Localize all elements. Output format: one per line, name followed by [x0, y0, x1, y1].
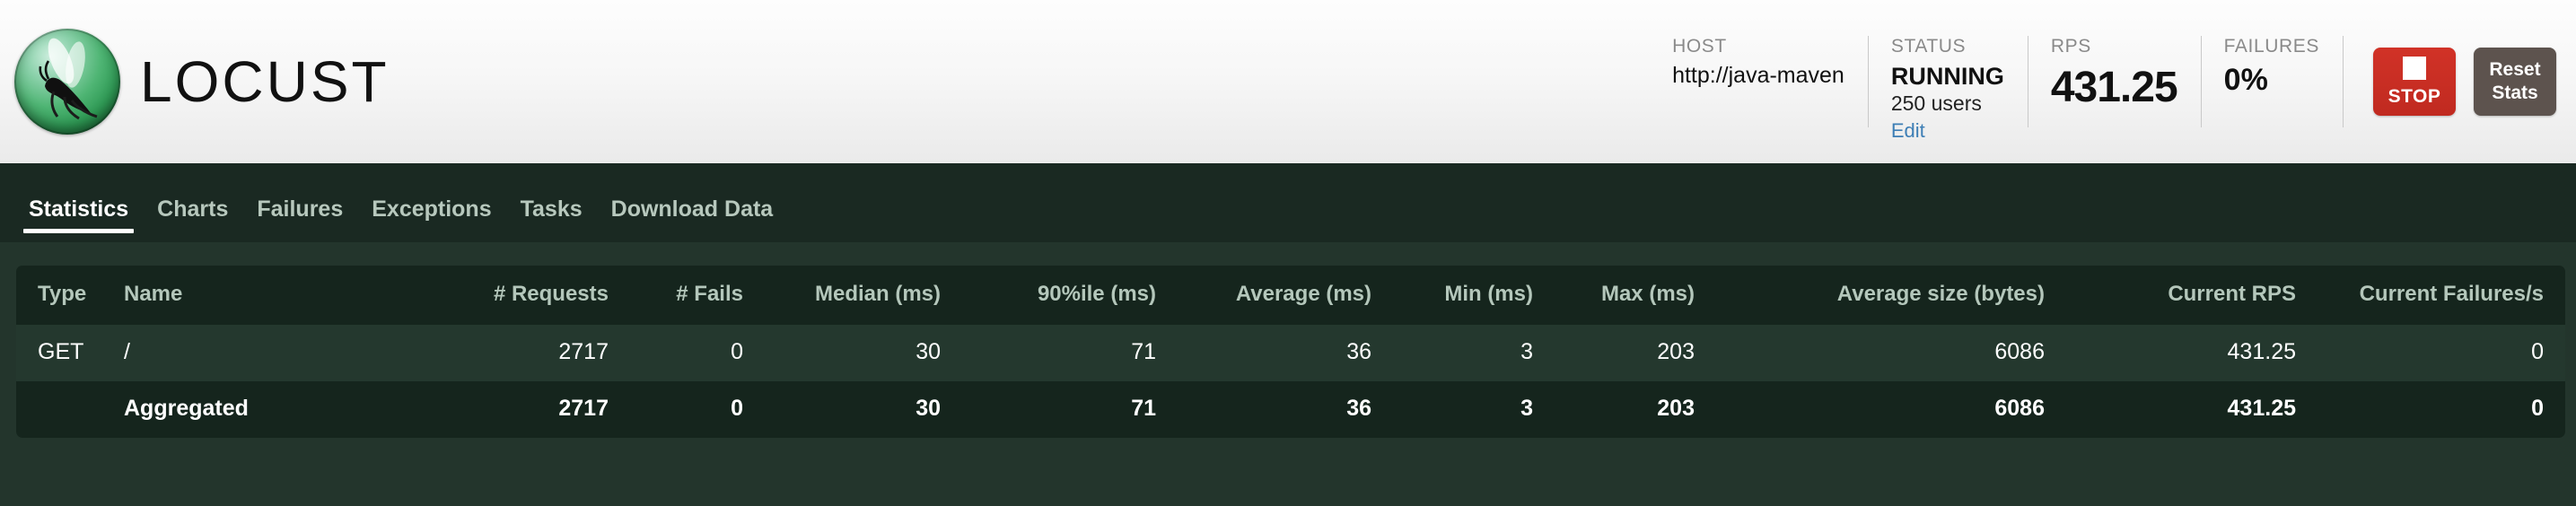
cell-total-requests: 2717 — [330, 381, 609, 438]
col-type[interactable]: Type — [16, 266, 124, 325]
col-current-rps[interactable]: Current RPS — [2045, 266, 2296, 325]
header-actions: STOP Reset Stats — [2343, 29, 2556, 135]
table-header: Type Name # Requests # Fails Median (ms)… — [16, 266, 2565, 325]
header-stats: HOST http://java-maven STATUS RUNNING 25… — [1663, 29, 2576, 142]
brand-name: LOCUST — [140, 49, 390, 114]
stop-button-label: STOP — [2388, 85, 2441, 107]
table-row-aggregated[interactable]: Aggregated 2717 0 30 71 36 3 203 6086 43… — [16, 381, 2565, 438]
cell-total-average: 36 — [1156, 381, 1371, 438]
status-value: RUNNING — [1890, 63, 2004, 90]
cell-p90: 71 — [941, 325, 1156, 381]
stat-status: STATUS RUNNING 250 users Edit — [1867, 29, 2028, 142]
cell-total-current-rps: 431.25 — [2045, 381, 2296, 438]
col-fails[interactable]: # Fails — [609, 266, 743, 325]
host-label: HOST — [1672, 36, 1727, 57]
stop-button[interactable]: STOP — [2373, 48, 2456, 116]
rps-value: 431.25 — [2050, 64, 2178, 111]
stop-square-icon — [2403, 56, 2426, 80]
cell-max: 203 — [1533, 325, 1695, 381]
failures-value: 0% — [2223, 63, 2268, 97]
col-name[interactable]: Name — [124, 266, 330, 325]
stat-failures: FAILURES 0% — [2200, 29, 2343, 135]
cell-average-size: 6086 — [1695, 325, 2045, 381]
cell-total-max: 203 — [1533, 381, 1695, 438]
cell-total-p90: 71 — [941, 381, 1156, 438]
brand: LOCUST — [0, 29, 390, 135]
reset-button-label-line1: Reset — [2489, 58, 2541, 80]
cell-type: GET — [16, 325, 124, 381]
host-value: http://java-maven — [1672, 63, 1844, 88]
stat-host: HOST http://java-maven — [1663, 29, 1868, 135]
tab-download-data[interactable]: Download Data — [597, 196, 788, 242]
tab-exceptions[interactable]: Exceptions — [357, 196, 505, 242]
col-median[interactable]: Median (ms) — [743, 266, 941, 325]
failures-label: FAILURES — [2223, 36, 2319, 57]
rps-label: RPS — [2050, 36, 2091, 57]
table-header-row: Type Name # Requests # Fails Median (ms)… — [16, 266, 2565, 325]
col-min[interactable]: Min (ms) — [1371, 266, 1533, 325]
statistics-table: Type Name # Requests # Fails Median (ms)… — [16, 266, 2565, 438]
locust-sphere-icon — [14, 29, 120, 135]
cell-requests: 2717 — [330, 325, 609, 381]
cell-total-fails: 0 — [609, 381, 743, 438]
cell-fails: 0 — [609, 325, 743, 381]
cell-name: / — [124, 325, 330, 381]
status-label: STATUS — [1890, 36, 1967, 57]
reset-stats-button[interactable]: Reset Stats — [2474, 48, 2556, 116]
cell-total-current-failures: 0 — [2296, 381, 2565, 438]
cell-total-average-size: 6086 — [1695, 381, 2045, 438]
col-current-failures[interactable]: Current Failures/s — [2296, 266, 2565, 325]
status-users: 250 users — [1890, 92, 1982, 116]
cell-total-min: 3 — [1371, 381, 1533, 438]
cell-current-failures: 0 — [2296, 325, 2565, 381]
content-area: Type Name # Requests # Fails Median (ms)… — [0, 242, 2576, 506]
cell-min: 3 — [1371, 325, 1533, 381]
tab-failures[interactable]: Failures — [242, 196, 357, 242]
stat-rps: RPS 431.25 — [2027, 29, 2201, 135]
reset-button-label-line2: Stats — [2492, 83, 2538, 103]
col-average-size[interactable]: Average size (bytes) — [1695, 266, 2045, 325]
col-requests[interactable]: # Requests — [330, 266, 609, 325]
table-row[interactable]: GET / 2717 0 30 71 36 3 203 6086 431.25 … — [16, 325, 2565, 381]
table-body: GET / 2717 0 30 71 36 3 203 6086 431.25 … — [16, 325, 2565, 438]
tab-tasks[interactable]: Tasks — [506, 196, 597, 242]
cell-average: 36 — [1156, 325, 1371, 381]
edit-link[interactable]: Edit — [1891, 118, 2004, 145]
col-p90[interactable]: 90%ile (ms) — [941, 266, 1156, 325]
cell-total-type — [16, 381, 124, 438]
app-header: LOCUST HOST http://java-maven STATUS RUN… — [0, 0, 2576, 163]
tab-charts[interactable]: Charts — [143, 196, 242, 242]
cell-median: 30 — [743, 325, 941, 381]
main-nav: Statistics Charts Failures Exceptions Ta… — [0, 163, 2576, 242]
col-average[interactable]: Average (ms) — [1156, 266, 1371, 325]
col-max[interactable]: Max (ms) — [1533, 266, 1695, 325]
cell-current-rps: 431.25 — [2045, 325, 2296, 381]
tab-statistics[interactable]: Statistics — [14, 196, 143, 242]
cell-total-median: 30 — [743, 381, 941, 438]
locust-bug-icon — [39, 38, 98, 120]
cell-total-name: Aggregated — [124, 381, 330, 438]
